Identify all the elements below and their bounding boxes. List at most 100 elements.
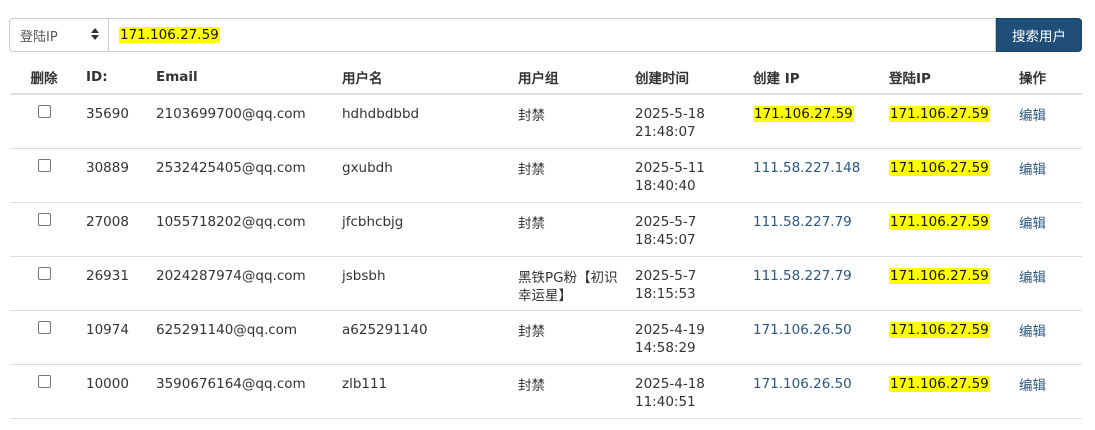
- user-username: jfcbhcbjg: [334, 202, 510, 257]
- user-group: 封禁: [510, 310, 627, 365]
- login-ip-link[interactable]: 171.106.27.59: [889, 213, 990, 230]
- login-ip-link[interactable]: 171.106.27.59: [889, 375, 990, 392]
- user-login-ip-cell: 171.106.27.59: [881, 148, 1011, 203]
- user-id: 26931: [78, 256, 148, 311]
- table-row: 27008 1055718202@qq.com jfcbhcbjg 封禁 2025-5-…: [10, 202, 1082, 257]
- delete-checkbox[interactable]: [37, 374, 51, 388]
- user-create-ip-cell: 171.106.26.50: [745, 364, 881, 419]
- created-time: 11:40:51: [635, 393, 696, 410]
- user-action-cell: 编辑: [1011, 364, 1082, 419]
- delete-checkbox[interactable]: [37, 320, 51, 334]
- create-ip-link[interactable]: 171.106.26.50: [753, 376, 852, 392]
- user-login-ip-cell: 171.106.27.59: [881, 256, 1011, 311]
- user-action-cell: 编辑: [1011, 310, 1082, 365]
- search-field-select[interactable]: 登陆IP: [9, 18, 109, 52]
- search-users-button[interactable]: 搜索用户: [996, 18, 1082, 52]
- search-input[interactable]: 171.106.27.59: [109, 18, 996, 52]
- created-time: 18:45:07: [635, 231, 696, 248]
- login-ip-link[interactable]: 171.106.27.59: [889, 267, 990, 284]
- user-action-cell: 编辑: [1011, 202, 1082, 257]
- created-date: 2025-4-19: [635, 321, 705, 338]
- created-time: 18:15:53: [635, 285, 696, 302]
- created-date: 2025-4-18: [635, 375, 705, 392]
- create-ip-link[interactable]: 111.58.227.148: [753, 160, 860, 176]
- edit-link[interactable]: 编辑: [1019, 378, 1046, 394]
- user-create-ip-cell: 171.106.26.50: [745, 310, 881, 365]
- edit-link[interactable]: 编辑: [1019, 162, 1046, 178]
- user-create-ip-cell: 171.106.27.59: [745, 94, 881, 149]
- user-id: 10974: [78, 310, 148, 365]
- users-table: 删除 ID: Email 用户名 用户组 创建时间 创建 IP 登陆IP 操作 …: [10, 60, 1082, 419]
- create-ip-link[interactable]: 111.58.227.79: [753, 214, 852, 230]
- created-time: 18:40:40: [635, 177, 696, 194]
- user-email: 2103699700@qq.com: [148, 94, 334, 149]
- delete-cell: [10, 148, 78, 203]
- user-created-time: 2025-5-11 18:40:40: [627, 148, 745, 203]
- user-group: 封禁: [510, 94, 627, 149]
- user-email: 2532425405@qq.com: [148, 148, 334, 203]
- table-row: 10974 625291140@qq.com a625291140 封禁 2025-4-…: [10, 310, 1082, 365]
- user-email: 1055718202@qq.com: [148, 202, 334, 257]
- delete-checkbox[interactable]: [37, 105, 51, 118]
- create-ip-link[interactable]: 111.58.227.79: [753, 268, 852, 284]
- create-ip-link[interactable]: 171.106.26.50: [753, 322, 852, 338]
- user-login-ip-cell: 171.106.27.59: [881, 94, 1011, 149]
- user-created-time: 2025-5-7 18:45:07: [627, 202, 745, 257]
- search-bar: 登陆IP 171.106.27.59 搜索用户: [9, 18, 1082, 52]
- create-ip-link[interactable]: 171.106.27.59: [753, 106, 854, 122]
- user-email: 3590676164@qq.com: [148, 364, 334, 419]
- user-email: 625291140@qq.com: [148, 310, 334, 365]
- header-created-time: 创建时间: [627, 60, 745, 95]
- user-id: 27008: [78, 202, 148, 257]
- delete-checkbox[interactable]: [37, 212, 51, 226]
- created-time: 21:48:07: [635, 124, 696, 140]
- user-username: jsbsbh: [334, 256, 510, 311]
- delete-cell: [10, 94, 78, 149]
- login-ip-link[interactable]: 171.106.27.59: [889, 106, 990, 122]
- created-date: 2025-5-7: [635, 267, 697, 284]
- user-login-ip-cell: 171.106.27.59: [881, 310, 1011, 365]
- search-field-select-value: 登陆IP: [20, 29, 58, 45]
- table-header-row: 删除 ID: Email 用户名 用户组 创建时间 创建 IP 登陆IP 操作: [10, 60, 1082, 95]
- edit-link[interactable]: 编辑: [1019, 324, 1046, 340]
- delete-cell: [10, 256, 78, 311]
- user-username: gxubdh: [334, 148, 510, 203]
- delete-cell: [10, 310, 78, 365]
- user-username: a625291140: [334, 310, 510, 365]
- user-username: zlb111: [334, 364, 510, 419]
- header-username: 用户名: [334, 60, 510, 95]
- created-date: 2025-5-7: [635, 213, 697, 230]
- delete-cell: [10, 364, 78, 419]
- edit-link[interactable]: 编辑: [1019, 108, 1046, 124]
- edit-link[interactable]: 编辑: [1019, 270, 1046, 286]
- search-input-value: 171.106.27.59: [119, 27, 220, 43]
- user-action-cell: 编辑: [1011, 94, 1082, 149]
- user-group: 封禁: [510, 202, 627, 257]
- user-email: 2024287974@qq.com: [148, 256, 334, 311]
- delete-checkbox[interactable]: [37, 266, 51, 280]
- header-email: Email: [148, 60, 334, 95]
- edit-link[interactable]: 编辑: [1019, 216, 1046, 232]
- login-ip-link[interactable]: 171.106.27.59: [889, 159, 990, 176]
- user-group: 黑铁PG粉【初识幸运星】: [510, 256, 627, 311]
- user-created-time: 2025-5-18 21:48:07: [627, 94, 745, 149]
- header-login-ip: 登陆IP: [881, 60, 1011, 95]
- user-id: 30889: [78, 148, 148, 203]
- created-date: 2025-5-11: [635, 159, 705, 176]
- header-create-ip: 创建 IP: [745, 60, 881, 95]
- user-create-ip-cell: 111.58.227.148: [745, 148, 881, 203]
- user-create-ip-cell: 111.58.227.79: [745, 256, 881, 311]
- table-row: 10000 3590676164@qq.com zlb111 封禁 2025-4-18 1…: [10, 364, 1082, 419]
- user-created-time: 2025-4-18 11:40:51: [627, 364, 745, 419]
- user-created-time: 2025-4-19 14:58:29: [627, 310, 745, 365]
- user-create-ip-cell: 111.58.227.79: [745, 202, 881, 257]
- delete-checkbox[interactable]: [37, 158, 51, 172]
- header-delete: 删除: [10, 60, 78, 95]
- user-login-ip-cell: 171.106.27.59: [881, 202, 1011, 257]
- table-row: 35690 2103699700@qq.com hdhdbdbbd 封禁 2025-5-…: [10, 94, 1082, 149]
- login-ip-link[interactable]: 171.106.27.59: [889, 321, 990, 338]
- select-arrows-icon: [91, 28, 99, 40]
- header-id: ID:: [78, 60, 148, 95]
- user-username: hdhdbdbbd: [334, 94, 510, 149]
- user-login-ip-cell: 171.106.27.59: [881, 364, 1011, 419]
